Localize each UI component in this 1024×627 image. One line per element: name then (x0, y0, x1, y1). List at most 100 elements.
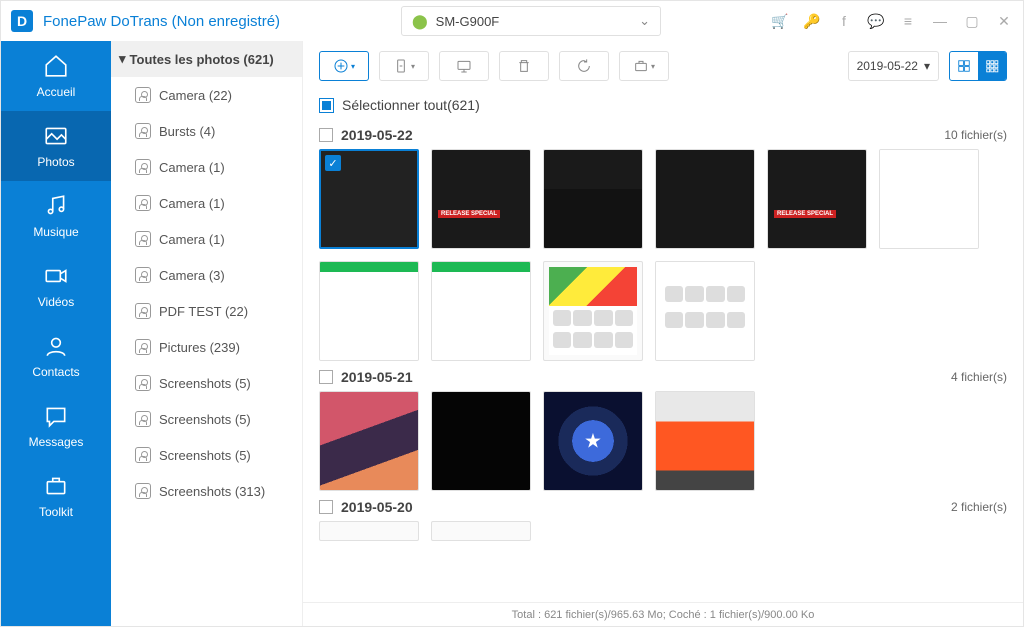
select-all-row[interactable]: Sélectionner tout(621) (303, 91, 1023, 119)
folder-item[interactable]: Camera (3) (111, 257, 302, 293)
sidebar-nav: Accueil Photos Musique Vidéos Contacts M… (1, 41, 111, 626)
folder-label: Screenshots (5) (159, 448, 251, 463)
photo-thumbnail[interactable] (319, 261, 419, 361)
photo-thumbnail[interactable] (543, 261, 643, 361)
folder-icon (135, 447, 151, 463)
group-count: 2 fichier(s) (951, 500, 1007, 514)
nav-label: Musique (33, 225, 78, 239)
date-filter[interactable]: 2019-05-22 ▾ (848, 51, 939, 81)
photo-thumbnail[interactable] (879, 149, 979, 249)
photo-thumbnail[interactable]: ✓ (319, 149, 419, 249)
view-large-button[interactable] (950, 52, 978, 80)
photo-thumbnail[interactable] (543, 391, 643, 491)
group-header[interactable]: 2019-05-22 10 fichier(s) (319, 119, 1007, 149)
group-checkbox[interactable] (319, 500, 333, 514)
select-all-checkbox[interactable] (319, 98, 334, 113)
folder-label: Camera (1) (159, 232, 225, 247)
chevron-down-icon: ▾ (651, 62, 655, 71)
folder-item[interactable]: Pictures (239) (111, 329, 302, 365)
export-to-device-button[interactable]: ▾ (379, 51, 429, 81)
status-text: Total : 621 fichier(s)/965.63 Mo; Coché … (512, 609, 815, 621)
photo-thumbnail[interactable] (431, 149, 531, 249)
folder-label: Camera (3) (159, 268, 225, 283)
folder-icon (135, 87, 151, 103)
folder-label: Screenshots (5) (159, 412, 251, 427)
folder-item[interactable]: Camera (1) (111, 149, 302, 185)
group-checkbox[interactable] (319, 128, 333, 142)
folder-label: Screenshots (313) (159, 484, 265, 499)
key-icon[interactable]: 🔑 (803, 13, 821, 30)
photo-thumbnail[interactable] (543, 149, 643, 249)
photo-thumbnail[interactable] (655, 391, 755, 491)
nav-toolkit[interactable]: Toolkit (1, 461, 111, 531)
folder-icon (135, 123, 151, 139)
folder-item[interactable]: Bursts (4) (111, 113, 302, 149)
nav-photos[interactable]: Photos (1, 111, 111, 181)
folder-label: PDF TEST (22) (159, 304, 248, 319)
photo-thumbnail[interactable] (431, 521, 531, 541)
folder-item[interactable]: Camera (1) (111, 221, 302, 257)
caret-down-icon: ▾ (119, 51, 126, 67)
group-header[interactable]: 2019-05-20 2 fichier(s) (319, 491, 1007, 521)
folder-icon (135, 339, 151, 355)
group-header[interactable]: 2019-05-21 4 fichier(s) (319, 361, 1007, 391)
feedback-icon[interactable]: 💬 (867, 13, 885, 30)
photo-thumbnail[interactable] (319, 391, 419, 491)
folder-item[interactable]: Camera (1) (111, 185, 302, 221)
photo-thumbnail[interactable] (655, 261, 755, 361)
nav-contacts[interactable]: Contacts (1, 321, 111, 391)
chevron-down-icon: ⌄ (639, 13, 650, 29)
folder-item[interactable]: Screenshots (313) (111, 473, 302, 509)
folder-item[interactable]: Screenshots (5) (111, 401, 302, 437)
chevron-down-icon: ▾ (411, 62, 415, 71)
minimize-icon[interactable]: — (931, 13, 949, 29)
folder-label: Camera (22) (159, 88, 232, 103)
add-button[interactable]: ▾ (319, 51, 369, 81)
app-title: FonePaw DoTrans (Non enregistré) (43, 13, 280, 30)
toolbox-button[interactable]: ▾ (619, 51, 669, 81)
group-count: 10 fichier(s) (944, 128, 1007, 142)
status-bar: Total : 621 fichier(s)/965.63 Mo; Coché … (303, 602, 1023, 626)
tree-header-label: Toutes les photos (621) (130, 52, 274, 67)
folder-label: Camera (1) (159, 160, 225, 175)
folder-item[interactable]: Camera (22) (111, 77, 302, 113)
nav-home[interactable]: Accueil (1, 41, 111, 111)
delete-button[interactable] (499, 51, 549, 81)
folder-tree: ▾ Toutes les photos (621) Camera (22) Bu… (111, 41, 303, 626)
cart-icon[interactable]: 🛒 (771, 13, 789, 30)
view-grid-button[interactable] (978, 52, 1006, 80)
menu-icon[interactable]: ≡ (899, 13, 917, 29)
nav-videos[interactable]: Vidéos (1, 251, 111, 321)
nav-music[interactable]: Musique (1, 181, 111, 251)
toolbar: ▾ ▾ ▾ 2019-05-22 ▾ (303, 41, 1023, 91)
folder-item[interactable]: Screenshots (5) (111, 365, 302, 401)
folder-icon (135, 303, 151, 319)
device-selector[interactable]: ⬤ SM-G900F ⌄ (401, 6, 661, 36)
refresh-button[interactable] (559, 51, 609, 81)
folder-item[interactable]: PDF TEST (22) (111, 293, 302, 329)
group-date: 2019-05-22 (341, 127, 413, 143)
select-all-label: Sélectionner tout(621) (342, 97, 480, 113)
folder-label: Pictures (239) (159, 340, 240, 355)
app-logo: D FonePaw DoTrans (Non enregistré) (11, 10, 280, 32)
photo-thumbnail[interactable] (655, 149, 755, 249)
nav-label: Messages (29, 435, 84, 449)
photo-thumbnail[interactable] (319, 521, 419, 541)
check-icon: ✓ (325, 155, 341, 171)
folder-item[interactable]: Screenshots (5) (111, 437, 302, 473)
photo-thumbnail[interactable] (431, 391, 531, 491)
export-to-pc-button[interactable] (439, 51, 489, 81)
close-icon[interactable]: ✕ (995, 13, 1013, 30)
view-toggle (949, 51, 1007, 81)
nav-messages[interactable]: Messages (1, 391, 111, 461)
facebook-icon[interactable]: f (835, 13, 853, 29)
maximize-icon[interactable]: ▢ (963, 13, 981, 30)
nav-label: Toolkit (39, 505, 73, 519)
folder-icon (135, 375, 151, 391)
photo-thumbnail[interactable] (767, 149, 867, 249)
device-name: SM-G900F (436, 14, 500, 29)
tree-header[interactable]: ▾ Toutes les photos (621) (111, 41, 302, 77)
photo-thumbnail[interactable] (431, 261, 531, 361)
group-checkbox[interactable] (319, 370, 333, 384)
group-date: 2019-05-20 (341, 499, 413, 515)
